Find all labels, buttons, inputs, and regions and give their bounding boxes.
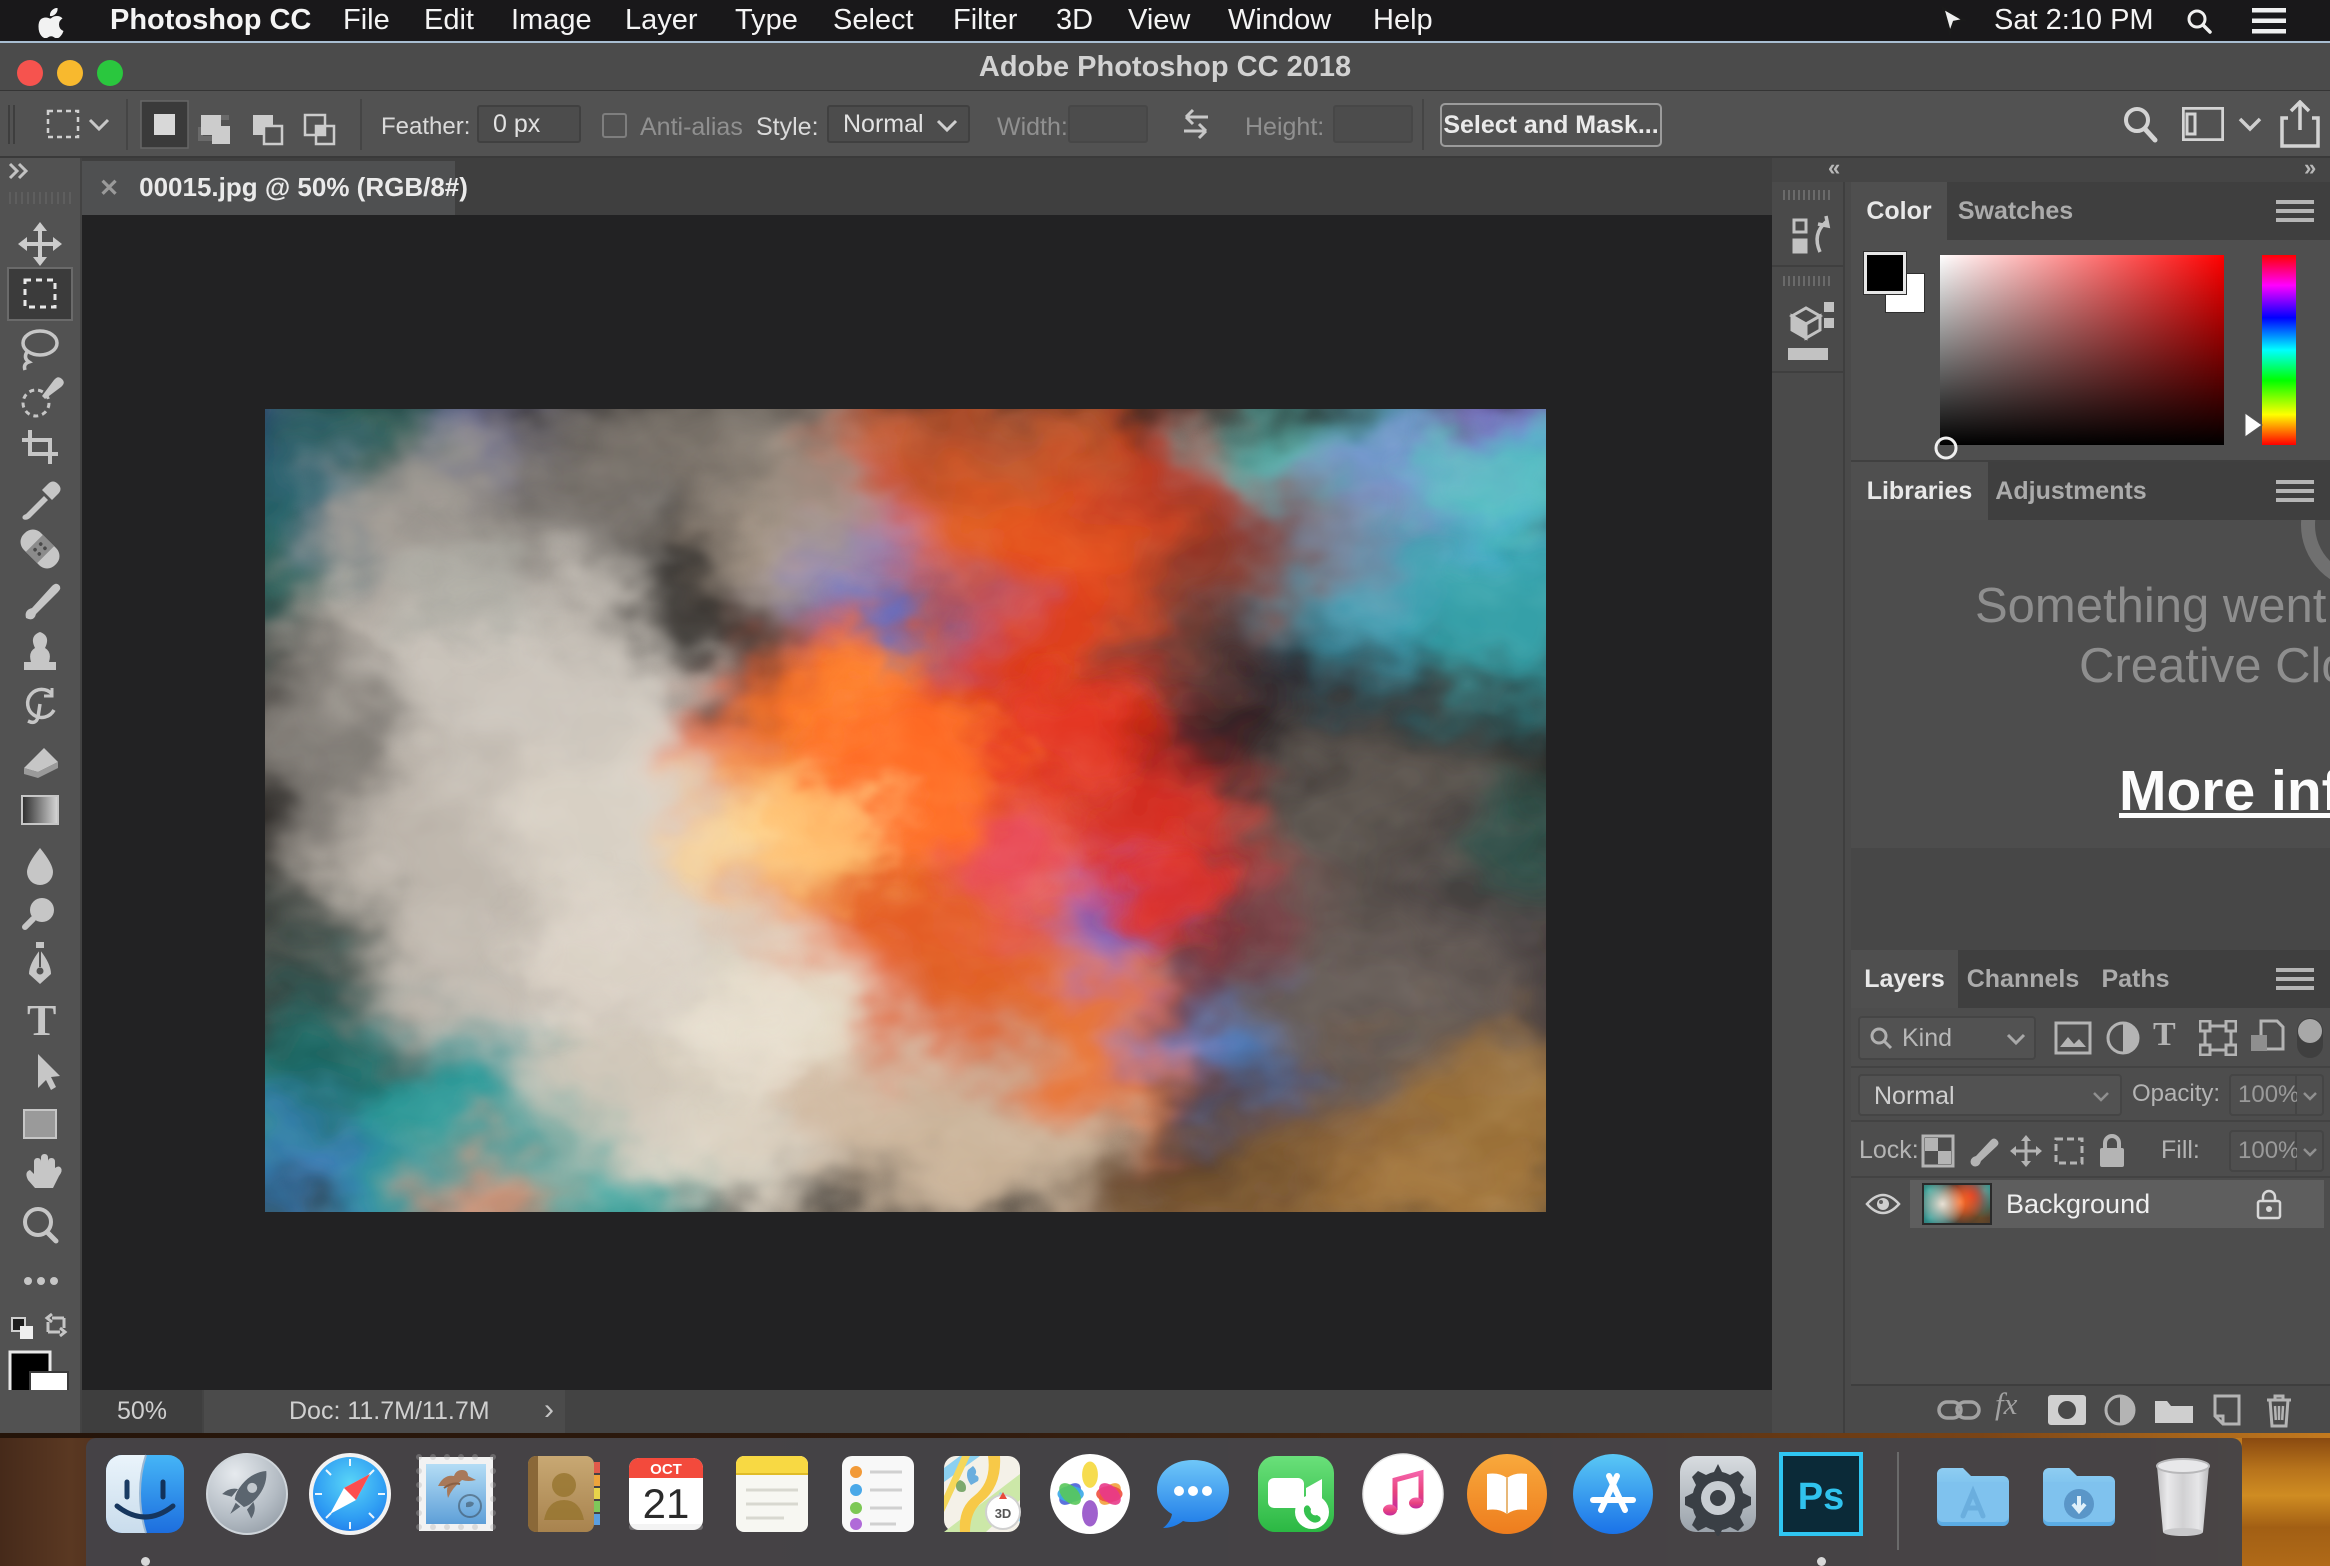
svg-text:Ps: Ps xyxy=(1798,1476,1844,1518)
svg-text:OCT: OCT xyxy=(650,1461,682,1478)
svg-text:21: 21 xyxy=(643,1480,690,1527)
svg-text:T: T xyxy=(27,996,56,1045)
svg-text:3D: 3D xyxy=(995,1506,1012,1521)
